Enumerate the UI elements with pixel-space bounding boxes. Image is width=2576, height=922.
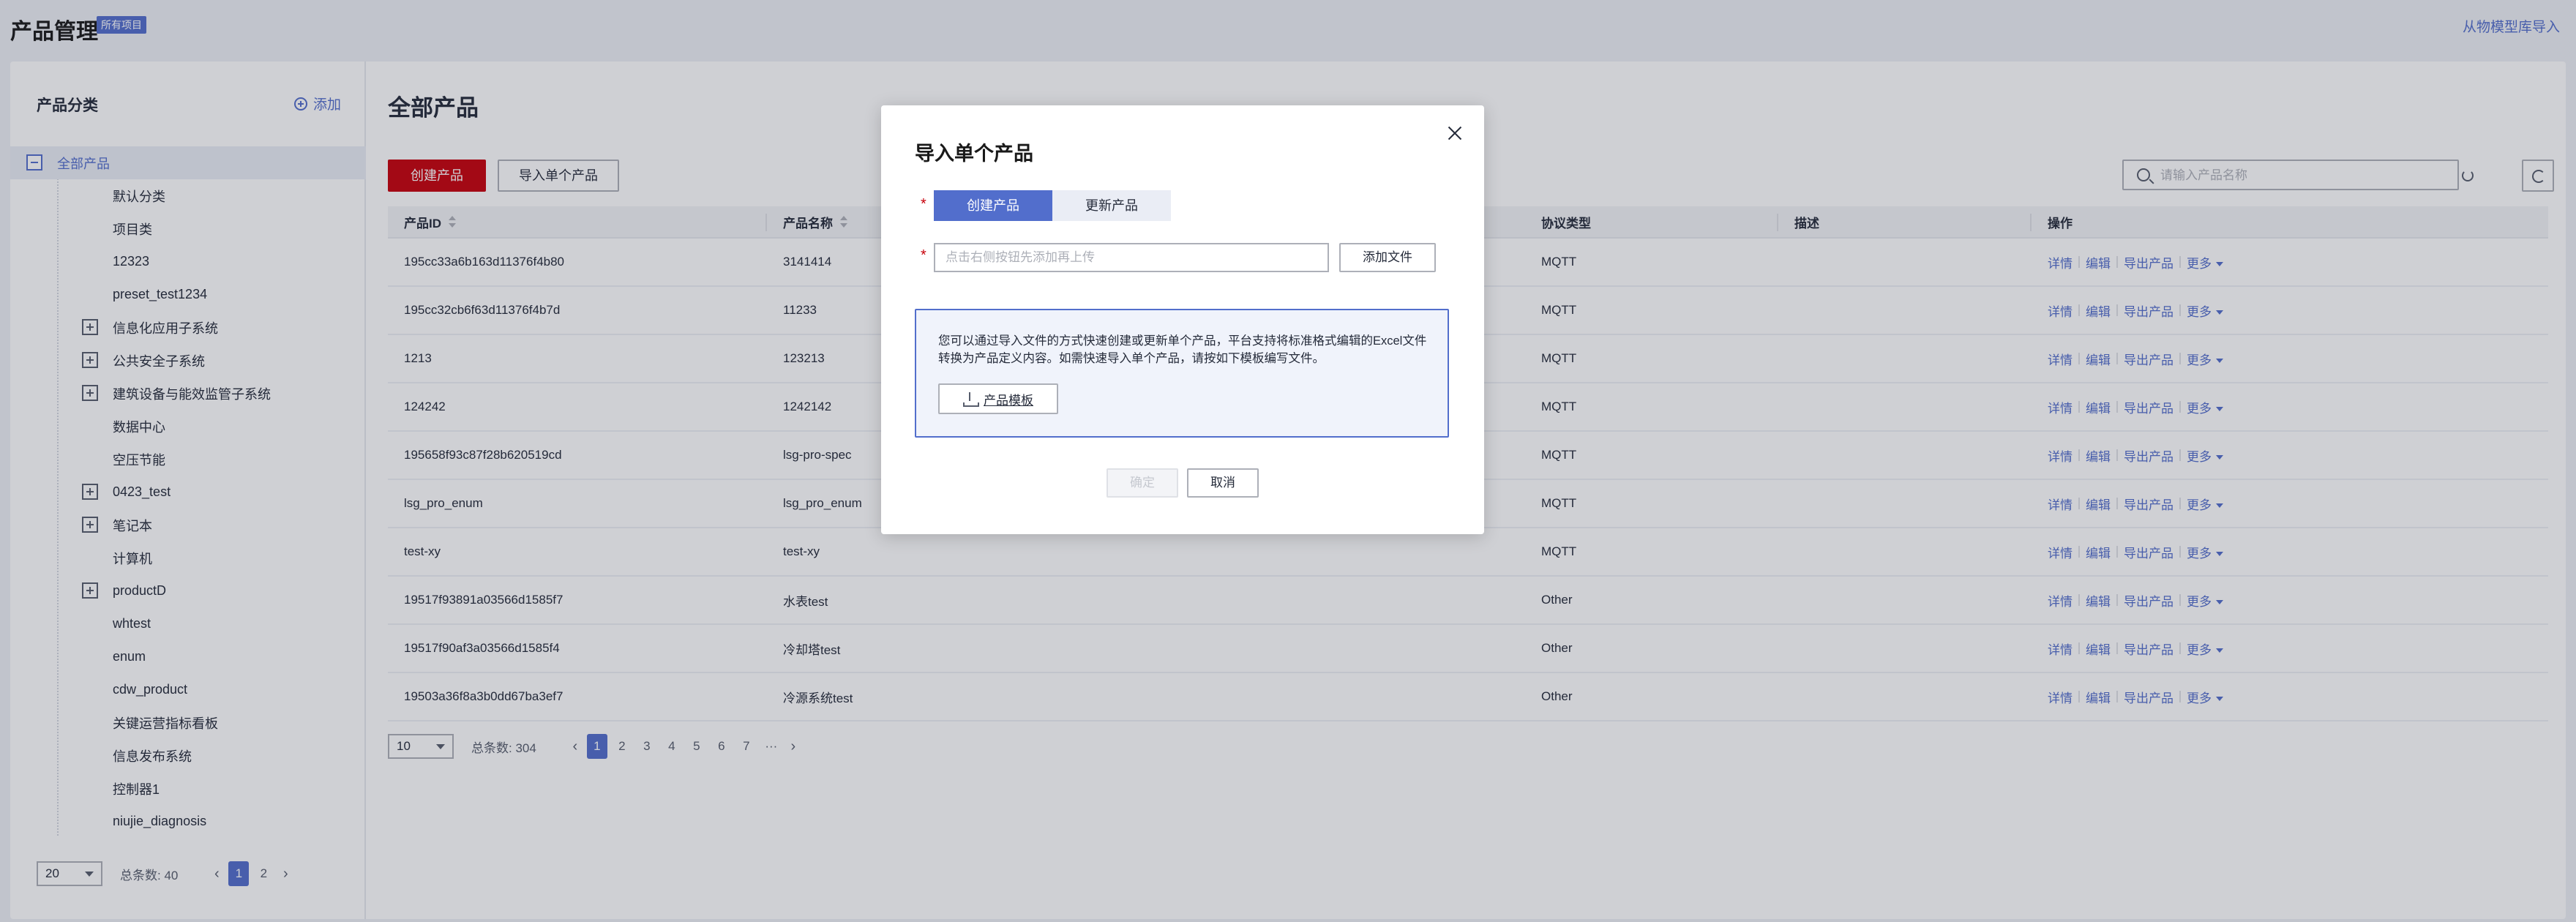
- add-file-button[interactable]: 添加文件: [1339, 243, 1436, 272]
- close-icon[interactable]: [1446, 124, 1464, 142]
- import-product-dialog: 导入单个产品 * 创建产品 更新产品 * 点击右侧按钮先添加再上传 添加文件 您…: [881, 105, 1484, 534]
- mode-segment: 创建产品 更新产品: [934, 190, 1171, 221]
- download-icon: [963, 392, 979, 407]
- template-label: 产品模板: [984, 393, 1033, 408]
- cancel-button[interactable]: 取消: [1187, 468, 1259, 498]
- confirm-button[interactable]: 确定: [1107, 468, 1178, 498]
- info-text: 您可以通过导入文件的方式快速创建或更新单个产品，平台支持将标准格式编辑的Exce…: [938, 334, 1427, 365]
- required-mark: *: [921, 196, 926, 212]
- dialog-title: 导入单个产品: [915, 143, 1033, 165]
- segment-update-product[interactable]: 更新产品: [1052, 190, 1171, 221]
- info-panel: 您可以通过导入文件的方式快速创建或更新单个产品，平台支持将标准格式编辑的Exce…: [915, 309, 1449, 438]
- download-template-button[interactable]: 产品模板: [938, 383, 1058, 414]
- segment-create-product[interactable]: 创建产品: [934, 190, 1052, 221]
- required-mark: *: [921, 247, 926, 263]
- file-path-field[interactable]: 点击右侧按钮先添加再上传: [934, 243, 1329, 272]
